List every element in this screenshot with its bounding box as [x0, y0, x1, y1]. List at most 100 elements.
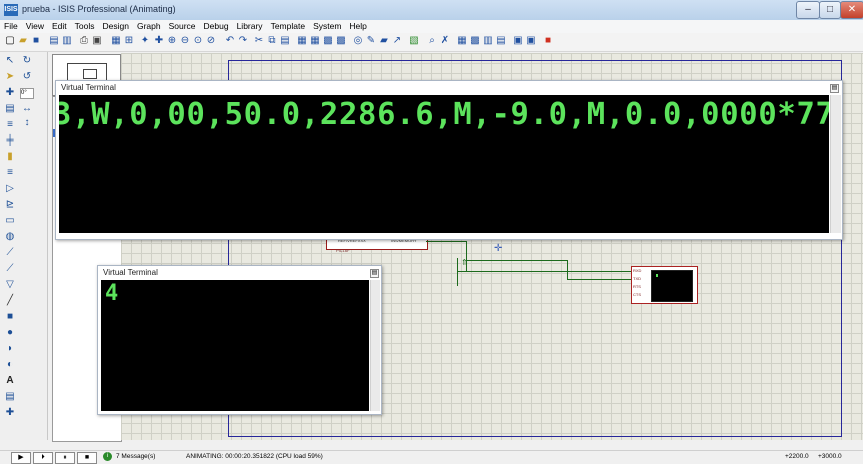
- wire[interactable]: [426, 241, 466, 242]
- menu-source[interactable]: Source: [165, 20, 200, 33]
- virtual-instruments-icon[interactable]: ▽: [3, 278, 17, 292]
- make-device-icon[interactable]: ✎: [365, 35, 377, 47]
- messages-count[interactable]: 7 Message(s): [116, 453, 155, 460]
- tape-recorder-icon[interactable]: ▭: [3, 214, 17, 228]
- bill-of-materials-icon[interactable]: ▣: [512, 35, 524, 47]
- electrical-check-icon[interactable]: ▣: [525, 35, 537, 47]
- line-tool-icon[interactable]: ╱: [3, 294, 17, 308]
- terminal-menu-button[interactable]: ▤: [830, 84, 839, 93]
- step-button[interactable]: ⏵: [33, 452, 53, 464]
- junction-dot-icon[interactable]: ✚: [3, 86, 17, 100]
- wire[interactable]: [457, 258, 458, 286]
- exit-parent-icon[interactable]: ▤: [495, 35, 507, 47]
- selection-mode-icon[interactable]: ↖: [3, 54, 17, 68]
- messages-info-icon[interactable]: i: [103, 452, 112, 461]
- export-icon[interactable]: ▥: [61, 35, 73, 47]
- rotation-angle-field[interactable]: 0°: [20, 88, 34, 99]
- menu-edit[interactable]: Edit: [48, 20, 71, 33]
- block-copy-icon[interactable]: ▦: [296, 35, 308, 47]
- mirror-vertical-icon[interactable]: ↕: [20, 116, 34, 130]
- menu-template[interactable]: Template: [267, 20, 310, 33]
- virtual-terminal-window-small[interactable]: Virtual Terminal ▤ 4: [97, 265, 382, 415]
- symbol-tool-icon[interactable]: ▤: [3, 390, 17, 404]
- text-tool-icon[interactable]: A: [3, 374, 17, 388]
- new-sheet-icon[interactable]: ▩: [469, 35, 481, 47]
- box-tool-icon[interactable]: ■: [3, 310, 17, 324]
- terminals-icon[interactable]: ≡: [3, 166, 17, 180]
- menu-help[interactable]: Help: [345, 20, 370, 33]
- generator-icon[interactable]: ◍: [3, 230, 17, 244]
- zoom-all-icon[interactable]: ⊙: [192, 35, 204, 47]
- refresh-icon[interactable]: ▦: [110, 35, 122, 47]
- maximize-button[interactable]: □: [819, 1, 841, 19]
- rotate-clockwise-icon[interactable]: ↻: [20, 54, 34, 68]
- virtual-terminal-window-large[interactable]: Virtual Terminal ▤ 3,W,0,00,50.0,2286.6,…: [55, 80, 843, 240]
- origin-icon[interactable]: ✦: [139, 35, 151, 47]
- block-rotate-icon[interactable]: ▩: [322, 35, 334, 47]
- mirror-horizontal-icon[interactable]: ↔: [20, 102, 34, 116]
- redo-icon[interactable]: ↷: [237, 35, 249, 47]
- graph-mode-icon[interactable]: ⊵: [3, 198, 17, 212]
- terminal-screen[interactable]: 4: [101, 280, 369, 411]
- print-icon[interactable]: ⎙: [78, 35, 90, 47]
- terminal-screen[interactable]: 3,W,0,00,50.0,2286.6,M,-9.0,M,0.0,0000*7…: [59, 95, 829, 233]
- import-icon[interactable]: ▤: [48, 35, 60, 47]
- menu-debug[interactable]: Debug: [200, 20, 233, 33]
- menu-library[interactable]: Library: [233, 20, 267, 33]
- design-explorer-icon[interactable]: ▦: [456, 35, 468, 47]
- wire[interactable]: [567, 260, 568, 279]
- wire[interactable]: [467, 260, 567, 261]
- circle-tool-icon[interactable]: ●: [3, 326, 17, 340]
- component-mode-icon[interactable]: ➤: [3, 70, 17, 84]
- play-button[interactable]: ▶: [11, 452, 31, 464]
- marker-tool-icon[interactable]: ✚: [3, 406, 17, 420]
- probe-arrow-icon[interactable]: ⇑: [461, 258, 468, 267]
- zoom-in-icon[interactable]: ⊕: [166, 35, 178, 47]
- buses-icon[interactable]: ╪: [3, 134, 17, 148]
- menu-graph[interactable]: Graph: [133, 20, 165, 33]
- menu-system[interactable]: System: [309, 20, 345, 33]
- grid-icon[interactable]: ⊞: [123, 35, 135, 47]
- terminal-menu-button[interactable]: ▤: [370, 269, 379, 278]
- package-tool-icon[interactable]: ▰: [378, 35, 390, 47]
- new-file-icon[interactable]: ▢: [4, 35, 16, 47]
- pick-device-icon[interactable]: ◎: [352, 35, 364, 47]
- save-icon[interactable]: ■: [30, 35, 42, 47]
- pause-button[interactable]: ⏸: [55, 452, 75, 464]
- cut-icon[interactable]: ✂: [253, 35, 265, 47]
- block-move-icon[interactable]: ▦: [309, 35, 321, 47]
- pan-icon[interactable]: ✚: [153, 35, 165, 47]
- block-delete-icon[interactable]: ▩: [335, 35, 347, 47]
- print-area-icon[interactable]: ▣: [91, 35, 103, 47]
- stop-button[interactable]: ■: [77, 452, 97, 464]
- remove-sheet-icon[interactable]: ▥: [482, 35, 494, 47]
- wire-label-icon[interactable]: ▤: [3, 102, 17, 116]
- property-assignment-icon[interactable]: ✗: [439, 35, 451, 47]
- undo-icon[interactable]: ↶: [224, 35, 236, 47]
- netlist-to-ares-icon[interactable]: ■: [542, 35, 554, 47]
- text-script-icon[interactable]: ≡: [3, 118, 17, 132]
- path-tool-icon[interactable]: ◐: [3, 358, 17, 372]
- terminal-scrollbar[interactable]: [830, 95, 841, 233]
- wire[interactable]: [567, 279, 631, 280]
- zoom-out-icon[interactable]: ⊖: [179, 35, 191, 47]
- menu-tools[interactable]: Tools: [71, 20, 99, 33]
- subcircuit-icon[interactable]: ▮: [3, 150, 17, 164]
- menu-design[interactable]: Design: [98, 20, 132, 33]
- menu-file[interactable]: File: [0, 20, 22, 33]
- arc-tool-icon[interactable]: ◗: [3, 342, 17, 356]
- wire[interactable]: [457, 271, 631, 272]
- menu-view[interactable]: View: [22, 20, 48, 33]
- wire-autorouter-icon[interactable]: ▧: [408, 35, 420, 47]
- minimize-button[interactable]: –: [796, 1, 820, 19]
- terminal-scrollbar[interactable]: [370, 280, 380, 411]
- paste-icon[interactable]: ▤: [279, 35, 291, 47]
- voltage-probe-icon[interactable]: ⟋: [3, 246, 17, 260]
- search-icon[interactable]: ⌕: [426, 35, 438, 47]
- rotate-anticlockwise-icon[interactable]: ↺: [20, 70, 34, 84]
- current-probe-icon[interactable]: ⟋: [3, 262, 17, 276]
- open-folder-icon[interactable]: ▰: [17, 35, 29, 47]
- close-button[interactable]: ✕: [840, 1, 863, 19]
- zoom-area-icon[interactable]: ⊘: [205, 35, 217, 47]
- decompose-icon[interactable]: ↗: [391, 35, 403, 47]
